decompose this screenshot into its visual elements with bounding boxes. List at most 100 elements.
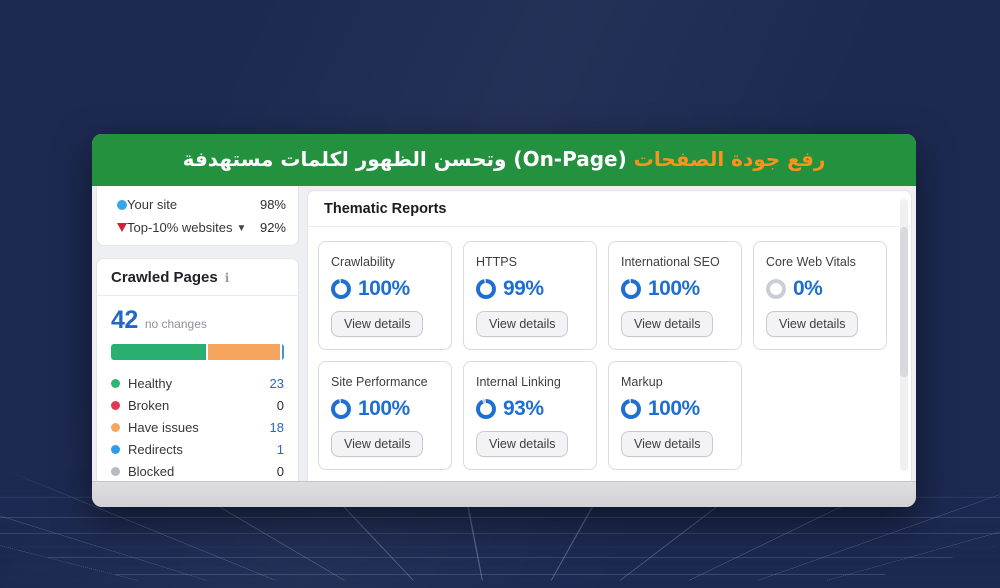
chevron-down-icon[interactable]: ▼ [237, 223, 247, 234]
card-core-web-vitals: Core Web Vitals 0% View details [753, 241, 887, 350]
blocked-value: 0 [276, 463, 284, 479]
progress-ring-icon [766, 279, 786, 299]
card-score-row: 100% [621, 277, 729, 301]
top10-label-group[interactable]: Top-10% websites ▼ [127, 220, 260, 235]
card-score: 0% [793, 277, 823, 300]
card-international-seo: International SEO 100% View details [608, 241, 742, 350]
card-score-row: 93% [476, 397, 584, 421]
crawled-pages-header: Crawled Pages i [97, 259, 298, 296]
thematic-cards-area: Crawlability 100% View details HTTPS 99% [308, 227, 911, 482]
view-details-button[interactable]: View details [621, 311, 714, 337]
promo-banner: رفع جودة الصفحات (On-Page) وتحسن الظهور … [92, 134, 916, 186]
view-details-button[interactable]: View details [331, 431, 424, 457]
have-issues-label: Have issues [128, 419, 199, 435]
thematic-reports-title: Thematic Reports [308, 191, 911, 227]
banner-rest-text: (On-Page) وتحسن الظهور لكلمات مستهدفة [182, 147, 634, 171]
card-score-row: 99% [476, 277, 584, 301]
banner-highlight-text: رفع جودة الصفحات [633, 147, 826, 171]
thematic-cards-row-1: Crawlability 100% View details HTTPS 99% [318, 241, 887, 350]
thematic-cards-row-2: Site Performance 100% View details Inter… [318, 361, 887, 470]
top10-triangle-icon [117, 223, 127, 232]
progress-ring-icon [331, 279, 351, 299]
bar-segment-healthy[interactable] [111, 344, 206, 360]
banner-text: رفع جودة الصفحات (On-Page) وتحسن الظهور … [183, 146, 826, 172]
have-issues-value[interactable]: 18 [264, 420, 284, 435]
healthy-label: Healthy [128, 375, 173, 391]
window-footer-bar [92, 481, 916, 507]
view-details-button[interactable]: View details [331, 311, 424, 337]
your-site-value: 98% [259, 197, 286, 212]
card-site-performance: Site Performance 100% View details [318, 361, 452, 470]
card-title: International SEO [621, 255, 720, 269]
card-title: Core Web Vitals [766, 255, 856, 269]
broken-label: Broken [128, 397, 170, 413]
redirects-value[interactable]: 1 [264, 442, 284, 457]
have-issues-dot-icon [111, 422, 120, 432]
card-title: Internal Linking [476, 375, 561, 389]
content-area: Your site 98% Top-10% websites ▼ 92% Cra… [92, 186, 916, 492]
sidebar: Your site 98% Top-10% websites ▼ 92% Cra… [96, 186, 299, 492]
your-site-label: Your site [127, 197, 178, 212]
card-title: Site Performance [331, 375, 428, 389]
card-score-row: 0% [766, 277, 874, 301]
blocked-label: Blocked [128, 463, 175, 479]
broken-value: 0 [276, 397, 284, 413]
card-score: 100% [358, 277, 410, 300]
status-row-have-issues: Have issues 18 [111, 416, 284, 438]
progress-ring-icon [331, 399, 351, 419]
view-details-button[interactable]: View details [621, 431, 714, 457]
card-internal-linking: Internal Linking 93% View details [463, 361, 597, 470]
crawled-count-note: no changes [144, 317, 207, 331]
broken-dot-icon [111, 400, 120, 410]
legend-row-your-site: Your site 98% [109, 193, 286, 216]
status-row-blocked: Blocked 0 [111, 460, 284, 482]
status-row-broken: Broken 0 [111, 394, 284, 416]
card-title: Markup [621, 375, 663, 389]
crawled-pages-card: Crawled Pages i 42 no changes Healthy 23… [96, 258, 299, 492]
card-score: 100% [648, 397, 700, 420]
progress-ring-icon [476, 399, 496, 419]
top10-value: 92% [259, 220, 286, 235]
card-score: 100% [358, 397, 410, 420]
redirects-dot-icon [111, 444, 120, 454]
healthy-value[interactable]: 23 [264, 376, 284, 391]
healthy-dot-icon [111, 378, 120, 388]
card-score-row: 100% [331, 277, 439, 301]
redirects-label: Redirects [128, 441, 183, 457]
view-details-button[interactable]: View details [766, 311, 859, 337]
card-title: Crawlability [331, 255, 395, 269]
status-row-redirects: Redirects 1 [111, 438, 284, 460]
card-markup: Markup 100% View details [608, 361, 742, 470]
your-site-dot-icon [117, 199, 127, 210]
thematic-reports-panel: Thematic Reports Crawlability 100% View … [307, 190, 912, 481]
scrollbar-thumb[interactable] [900, 227, 908, 377]
bar-segment-redirects[interactable] [279, 344, 284, 360]
status-row-healthy: Healthy 23 [111, 372, 284, 394]
benchmark-legend-card: Your site 98% Top-10% websites ▼ 92% [96, 186, 299, 246]
card-score-row: 100% [331, 397, 439, 421]
crawled-count: 42 [111, 306, 138, 334]
progress-ring-icon [476, 279, 496, 299]
audit-window: رفع جودة الصفحات (On-Page) وتحسن الظهور … [92, 134, 916, 507]
progress-ring-icon [621, 399, 641, 419]
card-score: 100% [648, 277, 700, 300]
card-https: HTTPS 99% View details [463, 241, 597, 350]
card-title: HTTPS [476, 255, 517, 269]
vertical-scrollbar[interactable] [900, 199, 908, 471]
view-details-button[interactable]: View details [476, 431, 569, 457]
info-icon[interactable]: i [225, 271, 230, 285]
legend-row-top10[interactable]: Top-10% websites ▼ 92% [109, 216, 286, 239]
crawled-pages-title: Crawled Pages [111, 269, 218, 286]
top10-label: Top-10% websites [127, 220, 233, 235]
card-score: 93% [503, 397, 544, 420]
bar-segment-have-issues[interactable] [205, 344, 280, 360]
view-details-button[interactable]: View details [476, 311, 569, 337]
card-crawlability: Crawlability 100% View details [318, 241, 452, 350]
card-score-row: 100% [621, 397, 729, 421]
crawled-count-row: 42 no changes [111, 306, 284, 335]
progress-ring-icon [621, 279, 641, 299]
card-score: 99% [503, 277, 544, 300]
crawled-stacked-bar[interactable] [111, 344, 284, 360]
crawled-pages-body: 42 no changes Healthy 23 Broken 0 Have i… [97, 296, 298, 492]
blocked-dot-icon [111, 466, 120, 476]
